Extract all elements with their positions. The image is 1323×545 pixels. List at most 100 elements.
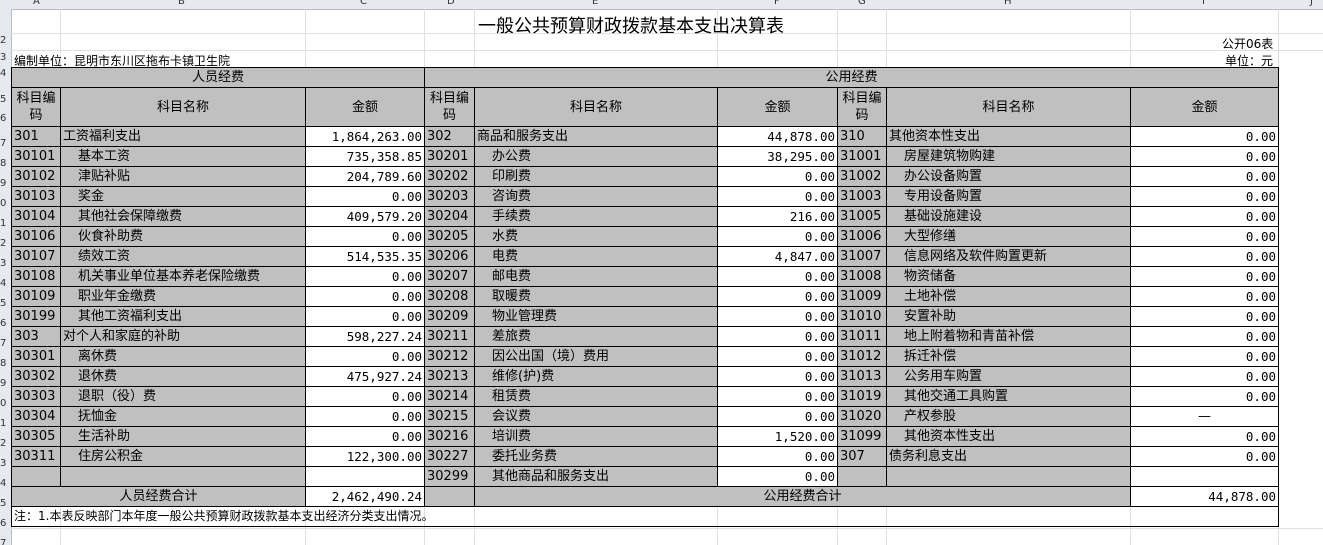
row-number[interactable]: 6 xyxy=(0,114,6,124)
amount-cell[interactable]: 0.00 xyxy=(305,266,425,287)
personnel-total-label[interactable]: 人员经费合计 xyxy=(11,486,306,507)
name-cell[interactable]: 电费 xyxy=(474,246,718,267)
amount-cell[interactable]: 0.00 xyxy=(717,286,838,307)
row-number[interactable]: 0 xyxy=(0,399,6,409)
code-cell[interactable]: 30208 xyxy=(424,286,475,307)
name-cell[interactable]: 产权参股 xyxy=(886,406,1131,427)
row-number[interactable]: 1 xyxy=(0,419,6,429)
name-cell[interactable]: 取暖费 xyxy=(474,286,718,307)
code-cell[interactable]: 30304 xyxy=(11,406,61,427)
code-cell[interactable]: 30203 xyxy=(424,186,475,207)
code-cell[interactable]: 30202 xyxy=(424,166,475,187)
col-letter[interactable]: E xyxy=(592,0,598,7)
amount-cell[interactable]: 0.00 xyxy=(1130,326,1279,347)
col-letter[interactable]: C xyxy=(360,0,367,7)
row-number[interactable]: 9 xyxy=(0,179,6,189)
col-letter[interactable]: H xyxy=(1004,0,1012,7)
amount-cell[interactable]: 1,520.00 xyxy=(717,426,838,447)
row-number[interactable]: 2 xyxy=(0,36,6,46)
public-total-label[interactable]: 公用经费合计 xyxy=(474,486,1131,507)
name-cell[interactable]: 物资储备 xyxy=(886,266,1131,287)
personnel-total-amount[interactable]: 2,462,490.24 xyxy=(305,486,425,507)
code-cell[interactable]: 30201 xyxy=(424,146,475,167)
code-cell[interactable]: 30199 xyxy=(11,306,61,327)
name-cell[interactable]: 物业管理费 xyxy=(474,306,718,327)
name-cell[interactable]: 基本工资 xyxy=(60,146,306,167)
column-header-bar[interactable]: A B C D E F G H I J xyxy=(0,0,1323,10)
amount-cell[interactable]: 44,878.00 xyxy=(717,126,838,147)
row-number[interactable]: 1 xyxy=(0,219,6,229)
code-cell[interactable]: 30211 xyxy=(424,326,475,347)
name-header[interactable]: 科目名称 xyxy=(60,87,306,127)
name-cell[interactable]: 会议费 xyxy=(474,406,718,427)
row-number[interactable]: 4 xyxy=(0,279,6,289)
amount-cell[interactable]: 0.00 xyxy=(305,406,425,427)
amount-cell[interactable]: 0.00 xyxy=(1130,286,1279,307)
name-cell[interactable]: 其他交通工具购置 xyxy=(886,386,1131,407)
code-cell[interactable]: 31005 xyxy=(837,206,887,227)
code-header[interactable]: 科目编码 xyxy=(424,87,475,127)
amount-cell[interactable]: 0.00 xyxy=(1130,346,1279,367)
amount-cell[interactable]: 0.00 xyxy=(717,386,838,407)
code-cell[interactable]: 303 xyxy=(11,326,61,347)
name-cell[interactable]: 离休费 xyxy=(60,346,306,367)
code-cell[interactable]: 31001 xyxy=(837,146,887,167)
name-cell[interactable]: 办公设备购置 xyxy=(886,166,1131,187)
code-cell[interactable]: 31011 xyxy=(837,326,887,347)
col-letter[interactable]: F xyxy=(774,0,780,7)
row-number[interactable]: 3 xyxy=(0,459,6,469)
code-cell[interactable]: 31002 xyxy=(837,166,887,187)
code-cell[interactable]: 30107 xyxy=(11,246,61,267)
name-cell[interactable]: 租赁费 xyxy=(474,386,718,407)
name-cell[interactable] xyxy=(60,466,306,487)
report-title[interactable]: 一般公共预算财政拨款基本支出决算表 xyxy=(425,12,837,38)
code-cell[interactable]: 30215 xyxy=(424,406,475,427)
name-cell[interactable]: 奖金 xyxy=(60,186,306,207)
code-cell[interactable]: 31008 xyxy=(837,266,887,287)
amount-cell[interactable]: 598,227.24 xyxy=(305,326,425,347)
code-cell[interactable]: 30212 xyxy=(424,346,475,367)
row-number[interactable]: 2 xyxy=(0,239,6,249)
col-letter[interactable]: B xyxy=(178,0,185,7)
name-cell[interactable]: 职业年金缴费 xyxy=(60,286,306,307)
code-header[interactable]: 科目编码 xyxy=(837,87,887,127)
amount-cell[interactable]: 38,295.00 xyxy=(717,146,838,167)
row-number[interactable]: 7 xyxy=(0,339,6,349)
name-cell[interactable]: 因公出国（境）费用 xyxy=(474,346,718,367)
public-total-amount[interactable]: 44,878.00 xyxy=(1130,486,1279,507)
code-cell[interactable]: 31003 xyxy=(837,186,887,207)
code-cell[interactable]: 31020 xyxy=(837,406,887,427)
amount-cell[interactable]: 0.00 xyxy=(717,466,838,487)
code-cell[interactable]: 30214 xyxy=(424,386,475,407)
code-cell[interactable]: 31010 xyxy=(837,306,887,327)
name-cell[interactable]: 退休费 xyxy=(60,366,306,387)
amount-cell[interactable]: 122,300.00 xyxy=(305,446,425,467)
name-cell[interactable]: 拆迁补偿 xyxy=(886,346,1131,367)
row-number[interactable]: 5 xyxy=(0,299,6,309)
row-number[interactable]: 3 xyxy=(0,53,6,63)
amount-cell[interactable]: 204,789.60 xyxy=(305,166,425,187)
amount-cell[interactable]: 0.00 xyxy=(305,346,425,367)
name-cell[interactable]: 大型修缮 xyxy=(886,226,1131,247)
code-cell[interactable] xyxy=(11,466,61,487)
amount-cell[interactable]: 409,579.20 xyxy=(305,206,425,227)
code-cell[interactable]: 30302 xyxy=(11,366,61,387)
name-cell[interactable]: 土地补偿 xyxy=(886,286,1131,307)
name-cell[interactable]: 生活补助 xyxy=(60,426,306,447)
name-cell[interactable]: 公务用车购置 xyxy=(886,366,1131,387)
col-letter[interactable]: D xyxy=(447,0,455,7)
name-cell[interactable]: 地上附着物和青苗补偿 xyxy=(886,326,1131,347)
code-cell[interactable]: 30227 xyxy=(424,446,475,467)
amount-cell[interactable]: 0.00 xyxy=(1130,166,1279,187)
row-number[interactable]: 7 xyxy=(0,139,6,149)
code-cell[interactable]: 30216 xyxy=(424,426,475,447)
code-cell[interactable]: 31007 xyxy=(837,246,887,267)
name-cell[interactable]: 商品和服务支出 xyxy=(474,126,718,147)
name-cell[interactable]: 安置补助 xyxy=(886,306,1131,327)
amount-cell[interactable]: 0.00 xyxy=(717,306,838,327)
code-cell[interactable]: 301 xyxy=(11,126,61,147)
code-cell[interactable]: 31099 xyxy=(837,426,887,447)
amount-header[interactable]: 金额 xyxy=(305,87,425,127)
name-header[interactable]: 科目名称 xyxy=(474,87,718,127)
name-cell[interactable]: 其他商品和服务支出 xyxy=(474,466,718,487)
